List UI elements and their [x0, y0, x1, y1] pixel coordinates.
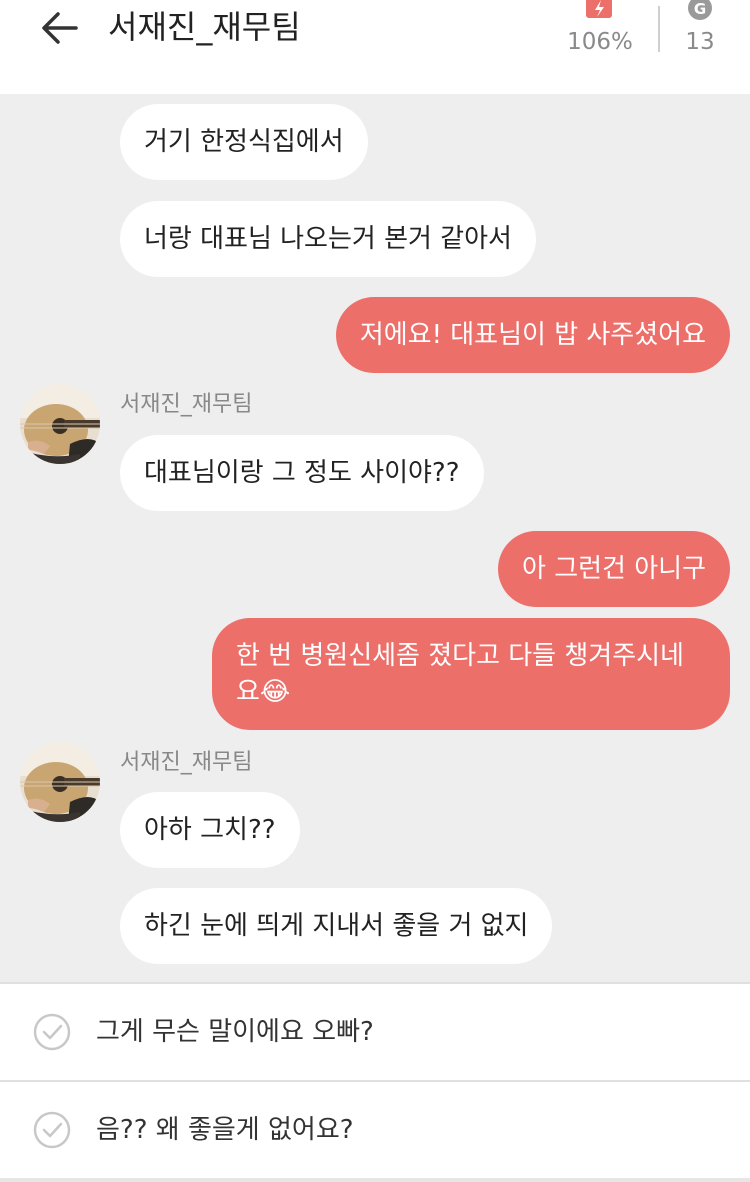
- message-line: 한 번 병원신세좀 졌다고 다들 챙겨주시네: [236, 641, 684, 671]
- guitar-avatar-image: [20, 742, 100, 822]
- sender-name: 서재진_재무팀: [120, 750, 253, 775]
- reply-choice-label: 음?? 왜 좋을게 없어요?: [96, 1115, 354, 1145]
- laughing-tears-emoji-icon: 😂: [259, 677, 291, 707]
- message-bubble-sent: 저에요! 대표님이 밥 사주셨어요: [335, 297, 730, 373]
- reply-choice-label: 그게 무슨 말이에요 오빠?: [96, 1017, 374, 1047]
- chat-header: 서재진_재무팀 106% G 13: [0, 0, 750, 94]
- chat-area[interactable]: 거기 한정식집에서 너랑 대표님 나오는거 본거 같아서 저에요! 대표님이 밥…: [0, 94, 750, 982]
- avatar[interactable]: [20, 384, 100, 464]
- message-bubble: 아하 그치??: [120, 792, 300, 868]
- check-circle-icon: [33, 1111, 71, 1149]
- battery-status: 106%: [560, 0, 640, 56]
- avatar[interactable]: [20, 742, 100, 822]
- message-bubble: 거기 한정식집에서: [120, 104, 368, 180]
- chat-title: 서재진_재무팀: [108, 8, 301, 46]
- bottom-bar: [0, 1178, 750, 1182]
- message-bubble: 너랑 대표님 나오는거 본거 같아서: [120, 201, 536, 277]
- message-bubble: 하긴 눈에 띄게 지내서 좋을 거 없지: [120, 888, 553, 964]
- arrow-left-icon: [42, 12, 78, 44]
- coin-value: 13: [685, 29, 715, 55]
- reply-choice[interactable]: 그게 무슨 말이에요 오빠?: [0, 984, 750, 1082]
- message-bubble-sent: 한 번 병원신세좀 졌다고 다들 챙겨주시네 요😂: [212, 618, 730, 730]
- battery-value: 106%: [567, 29, 633, 55]
- message-bubble-sent: 아 그런건 아니구: [498, 531, 730, 607]
- message-bubble: 대표님이랑 그 정도 사이야??: [120, 435, 484, 511]
- coin-letter: G: [694, 0, 706, 18]
- back-button[interactable]: [36, 6, 86, 50]
- reply-choice[interactable]: 음?? 왜 좋을게 없어요?: [0, 1082, 750, 1178]
- coin-icon: G: [670, 0, 730, 22]
- guitar-avatar-image: [20, 384, 100, 464]
- message-line-end: 요: [236, 677, 260, 707]
- message-line: 요😂: [236, 674, 706, 710]
- reply-choices: 그게 무슨 말이에요 오빠? 음?? 왜 좋을게 없어요?: [0, 982, 750, 1182]
- battery-icon: [560, 0, 640, 22]
- check-circle-icon: [33, 1013, 71, 1051]
- sender-name: 서재진_재무팀: [120, 392, 253, 417]
- header-divider: [658, 6, 660, 52]
- coin-status: G 13: [670, 0, 730, 56]
